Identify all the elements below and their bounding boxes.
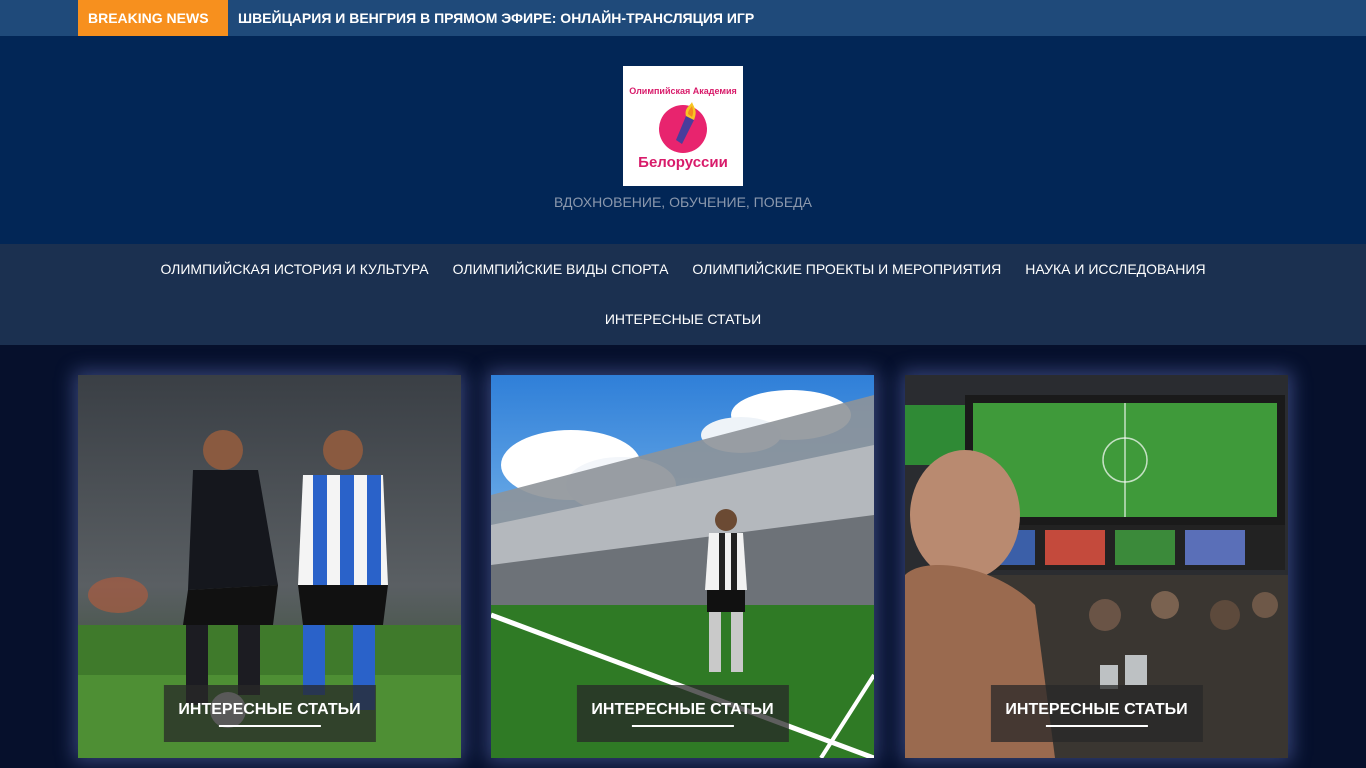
- site-header: Олимпийская Академия Белоруссии ВДОХНОВЕ…: [0, 36, 1366, 244]
- site-logo[interactable]: Олимпийская Академия Белоруссии: [623, 66, 743, 186]
- breaking-news-headline[interactable]: ШВЕЙЦАРИЯ И ВЕНГРИЯ В ПРЯМОМ ЭФИРЕ: ОНЛА…: [238, 0, 754, 36]
- nav-item-olympic-history[interactable]: ОЛИМПИЙСКАЯ ИСТОРИЯ И КУЛЬТУРА: [148, 261, 440, 277]
- badge-underline: [218, 724, 321, 727]
- post-category-label: ИНТЕРЕСНЫЕ СТАТЬИ: [178, 700, 361, 718]
- nav-row-secondary: ИНТЕРЕСНЫЕ СТАТЬИ: [0, 294, 1366, 344]
- featured-post-card[interactable]: ИНТЕРЕСНЫЕ СТАТЬИ: [491, 375, 874, 758]
- featured-posts: ИНТЕРЕСНЫЕ СТАТЬИ ИНТЕРЕСНЫЕ СТАТЬИ ИНТЕ…: [0, 345, 1366, 768]
- post-category-label: ИНТЕРЕСНЫЕ СТАТЬИ: [591, 700, 774, 718]
- badge-underline: [631, 724, 734, 727]
- post-category-badge[interactable]: ИНТЕРЕСНЫЕ СТАТЬИ: [576, 685, 789, 742]
- nav-item-olympic-projects[interactable]: ОЛИМПИЙСКИЕ ПРОЕКТЫ И МЕРОПРИЯТИЯ: [680, 261, 1013, 277]
- badge-underline: [1045, 724, 1148, 727]
- nav-row-primary: ОЛИМПИЙСКАЯ ИСТОРИЯ И КУЛЬТУРА ОЛИМПИЙСК…: [0, 244, 1366, 294]
- nav-item-science[interactable]: НАУКА И ИССЛЕДОВАНИЯ: [1013, 261, 1217, 277]
- logo-bottom-text: Белоруссии: [638, 154, 728, 171]
- nav-item-interesting-articles[interactable]: ИНТЕРЕСНЫЕ СТАТЬИ: [593, 311, 773, 327]
- site-tagline: ВДОХНОВЕНИЕ, ОБУЧЕНИЕ, ПОБЕДА: [554, 194, 812, 210]
- logo-top-text: Олимпийская Академия: [629, 86, 737, 96]
- torch-logo-icon: [659, 102, 707, 153]
- breaking-news-label: BREAKING NEWS: [78, 0, 228, 36]
- nav-item-olympic-sports[interactable]: ОЛИМПИЙСКИЕ ВИДЫ СПОРТА: [441, 261, 681, 277]
- main-navigation: ОЛИМПИЙСКАЯ ИСТОРИЯ И КУЛЬТУРА ОЛИМПИЙСК…: [0, 244, 1366, 345]
- breaking-news-bar: BREAKING NEWS ШВЕЙЦАРИЯ И ВЕНГРИЯ В ПРЯМ…: [0, 0, 1366, 36]
- post-category-label: ИНТЕРЕСНЫЕ СТАТЬИ: [1005, 700, 1188, 718]
- featured-post-card[interactable]: ИНТЕРЕСНЫЕ СТАТЬИ: [905, 375, 1288, 758]
- post-category-badge[interactable]: ИНТЕРЕСНЫЕ СТАТЬИ: [163, 685, 376, 742]
- featured-post-card[interactable]: ИНТЕРЕСНЫЕ СТАТЬИ: [78, 375, 461, 758]
- post-category-badge[interactable]: ИНТЕРЕСНЫЕ СТАТЬИ: [990, 685, 1203, 742]
